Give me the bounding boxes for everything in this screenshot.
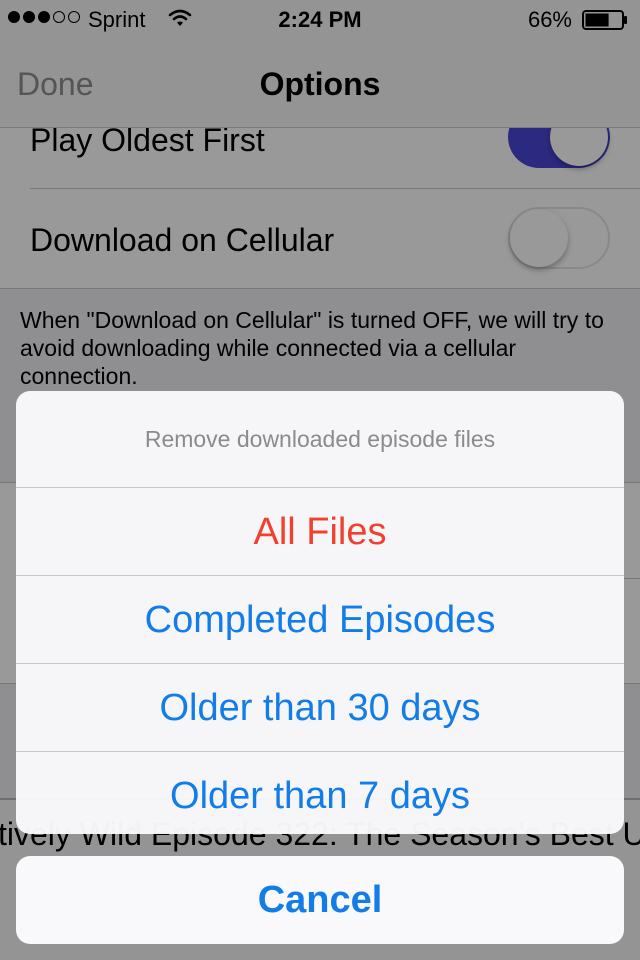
completed-episodes-button[interactable]: Completed Episodes — [16, 576, 624, 664]
options-screen: Sprint 2:24 PM 66% Done Options Play Old… — [0, 0, 640, 960]
older-than-7-days-button[interactable]: Older than 7 days — [16, 752, 624, 834]
action-sheet-title: Remove downloaded episode files — [16, 391, 624, 488]
action-sheet: Remove downloaded episode files All File… — [16, 391, 624, 834]
older-than-30-days-button[interactable]: Older than 30 days — [16, 664, 624, 752]
cancel-button[interactable]: Cancel — [16, 856, 624, 944]
all-files-button[interactable]: All Files — [16, 488, 624, 576]
